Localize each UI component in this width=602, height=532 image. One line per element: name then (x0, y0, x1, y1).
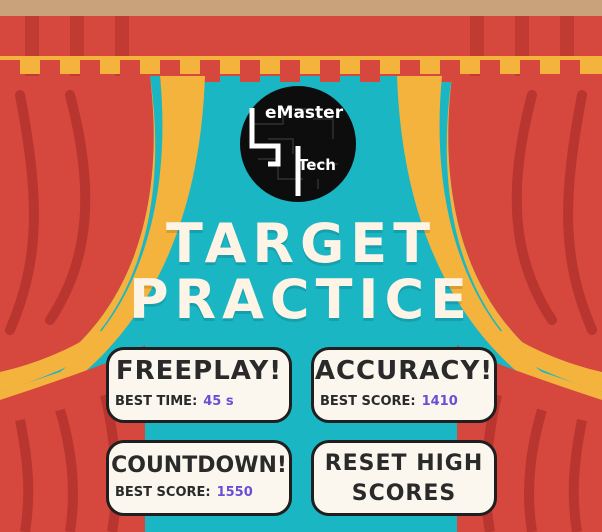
countdown-score-label: BEST SCORE: (115, 485, 211, 500)
logo-badge (240, 86, 356, 202)
accuracy-score-label: BEST SCORE: (320, 394, 416, 409)
freeplay-score-value: 45 s (203, 394, 234, 409)
freeplay-button[interactable]: FREEPLAY! BEST TIME: 45 s (106, 347, 292, 423)
countdown-score-value: 1550 (216, 485, 253, 500)
logo-text-line1: eMaster (265, 103, 344, 123)
freeplay-best-time: BEST TIME: 45 s (115, 394, 234, 409)
game-title-line1: TARGET (165, 212, 437, 275)
game-stage: eMaster Tech TARGET PRACTICE FREEPLAY! B… (0, 0, 602, 532)
countdown-best-score: BEST SCORE: 1550 (115, 485, 253, 500)
reset-high-scores-button[interactable]: RESET HIGH SCORES (311, 440, 497, 516)
freeplay-label: FREEPLAY! (115, 356, 283, 386)
countdown-label: COUNTDOWN! (111, 453, 287, 478)
accuracy-label: ACCURACY! (314, 356, 494, 386)
accuracy-score-value: 1410 (421, 394, 458, 409)
countdown-button[interactable]: COUNTDOWN! BEST SCORE: 1550 (106, 440, 292, 516)
game-title-line2: PRACTICE (128, 268, 474, 331)
freeplay-score-label: BEST TIME: (115, 394, 198, 409)
reset-label-line1: RESET HIGH (324, 451, 484, 476)
logo-text-line2: Tech (298, 156, 336, 174)
accuracy-button[interactable]: ACCURACY! BEST SCORE: 1410 (311, 347, 497, 423)
reset-label-line2: SCORES (351, 481, 457, 506)
curtain-rod (0, 0, 602, 16)
accuracy-best-score: BEST SCORE: 1410 (320, 394, 458, 409)
